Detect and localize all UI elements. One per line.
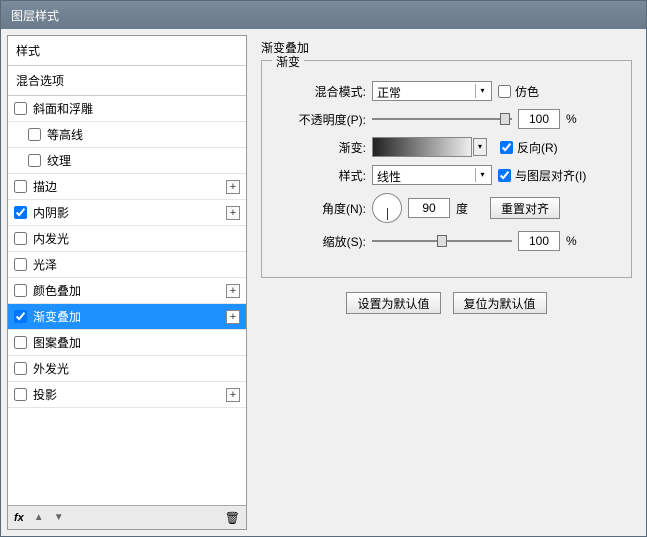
panel-title: 渐变叠加 (261, 39, 632, 56)
gradient-label: 渐变: (276, 139, 366, 156)
styles-list: 样式 混合选项 斜面和浮雕 等高线 纹理 描 (8, 36, 246, 505)
slider-thumb[interactable] (500, 113, 510, 125)
left-footer: fx ▲ ▼ 🗑 (8, 505, 246, 529)
style-label: 渐变叠加 (33, 308, 81, 325)
style-label: 纹理 (47, 152, 71, 169)
align-checkbox-label[interactable]: 与图层对齐(I) (498, 167, 586, 184)
dither-label: 仿色 (515, 83, 539, 100)
style-row-pattern-overlay[interactable]: 图案叠加 (8, 330, 246, 356)
style-value: 线性 (377, 170, 401, 184)
window-titlebar: 图层样式 (1, 1, 646, 29)
chevron-down-icon: ▾ (475, 168, 489, 182)
scale-label: 缩放(S): (276, 233, 366, 250)
fieldset-legend: 渐变 (272, 53, 304, 70)
styles-left-panel: 样式 混合选项 斜面和浮雕 等高线 纹理 描 (7, 35, 247, 530)
checkbox-inner-glow[interactable] (14, 232, 27, 245)
checkbox-gradient-overlay[interactable] (14, 310, 27, 323)
plus-icon[interactable]: + (226, 310, 240, 324)
pct-label: % (566, 234, 577, 248)
reverse-label: 反向(R) (517, 139, 558, 156)
style-label: 投影 (33, 386, 57, 403)
style-label: 光泽 (33, 256, 57, 273)
style-row-stroke[interactable]: 描边 + (8, 174, 246, 200)
style-row-color-overlay[interactable]: 颜色叠加 + (8, 278, 246, 304)
plus-icon[interactable]: + (226, 206, 240, 220)
style-label: 样式: (276, 167, 366, 184)
set-default-button[interactable]: 设置为默认值 (346, 292, 440, 314)
checkbox-bevel[interactable] (14, 102, 27, 115)
window-title: 图层样式 (11, 9, 59, 23)
right-panel: 渐变叠加 渐变 混合模式: 正常 ▾ 仿色 不透明度(P): (253, 35, 640, 530)
pct-label: % (566, 112, 577, 126)
arrow-up-icon[interactable]: ▲ (34, 512, 44, 523)
blend-mode-value: 正常 (377, 86, 401, 100)
style-label: 内阴影 (33, 204, 69, 221)
style-row-satin[interactable]: 光泽 (8, 252, 246, 278)
angle-dial[interactable] (372, 193, 402, 223)
chevron-down-icon: ▾ (475, 84, 489, 98)
plus-icon[interactable]: + (226, 388, 240, 402)
style-label: 外发光 (33, 360, 69, 377)
opacity-label: 不透明度(P): (276, 111, 366, 128)
arrow-down-icon[interactable]: ▼ (54, 512, 64, 523)
gradient-swatch[interactable]: ▾ (372, 137, 472, 157)
plus-icon[interactable]: + (226, 284, 240, 298)
dither-checkbox[interactable] (498, 85, 511, 98)
opacity-slider[interactable] (372, 111, 512, 127)
checkbox-contour[interactable] (28, 128, 41, 141)
fx-icon[interactable]: fx (14, 512, 24, 524)
checkbox-texture[interactable] (28, 154, 41, 167)
checkbox-drop-shadow[interactable] (14, 388, 27, 401)
blend-mode-select[interactable]: 正常 ▾ (372, 81, 492, 101)
style-label: 图案叠加 (33, 334, 81, 351)
scale-input[interactable]: 100 (518, 231, 560, 251)
checkbox-satin[interactable] (14, 258, 27, 271)
style-label: 斜面和浮雕 (33, 100, 93, 117)
checkbox-stroke[interactable] (14, 180, 27, 193)
style-label: 等高线 (47, 126, 83, 143)
angle-needle (387, 208, 388, 220)
checkbox-pattern-overlay[interactable] (14, 336, 27, 349)
reset-default-button[interactable]: 复位为默认值 (453, 292, 547, 314)
checkbox-inner-shadow[interactable] (14, 206, 27, 219)
reset-align-button[interactable]: 重置对齐 (490, 197, 560, 219)
style-row-bevel[interactable]: 斜面和浮雕 (8, 96, 246, 122)
scale-slider[interactable] (372, 233, 512, 249)
reverse-checkbox[interactable] (500, 141, 513, 154)
style-row-contour[interactable]: 等高线 (8, 122, 246, 148)
style-row-outer-glow[interactable]: 外发光 (8, 356, 246, 382)
slider-thumb[interactable] (437, 235, 447, 247)
style-row-texture[interactable]: 纹理 (8, 148, 246, 174)
trash-icon[interactable]: 🗑 (225, 511, 240, 525)
style-row-inner-shadow[interactable]: 内阴影 + (8, 200, 246, 226)
styles-header[interactable]: 样式 (8, 36, 246, 66)
degree-label: 度 (456, 200, 468, 217)
style-select[interactable]: 线性 ▾ (372, 165, 492, 185)
gradient-fieldset: 渐变 混合模式: 正常 ▾ 仿色 不透明度(P): (261, 60, 632, 278)
blend-options-header[interactable]: 混合选项 (8, 66, 246, 96)
style-label: 描边 (33, 178, 57, 195)
style-label: 颜色叠加 (33, 282, 81, 299)
blend-mode-label: 混合模式: (276, 83, 366, 100)
opacity-input[interactable]: 100 (518, 109, 560, 129)
checkbox-color-overlay[interactable] (14, 284, 27, 297)
style-row-gradient-overlay[interactable]: 渐变叠加 + (8, 304, 246, 330)
dither-checkbox-label[interactable]: 仿色 (498, 83, 539, 100)
style-row-inner-glow[interactable]: 内发光 (8, 226, 246, 252)
angle-label: 角度(N): (276, 200, 366, 217)
plus-icon[interactable]: + (226, 180, 240, 194)
gradient-dropdown-icon[interactable]: ▾ (473, 138, 487, 156)
angle-input[interactable]: 90 (408, 198, 450, 218)
reverse-checkbox-label[interactable]: 反向(R) (500, 139, 558, 156)
align-checkbox[interactable] (498, 169, 511, 182)
checkbox-outer-glow[interactable] (14, 362, 27, 375)
style-label: 内发光 (33, 230, 69, 247)
style-row-drop-shadow[interactable]: 投影 + (8, 382, 246, 408)
align-label: 与图层对齐(I) (515, 167, 586, 184)
